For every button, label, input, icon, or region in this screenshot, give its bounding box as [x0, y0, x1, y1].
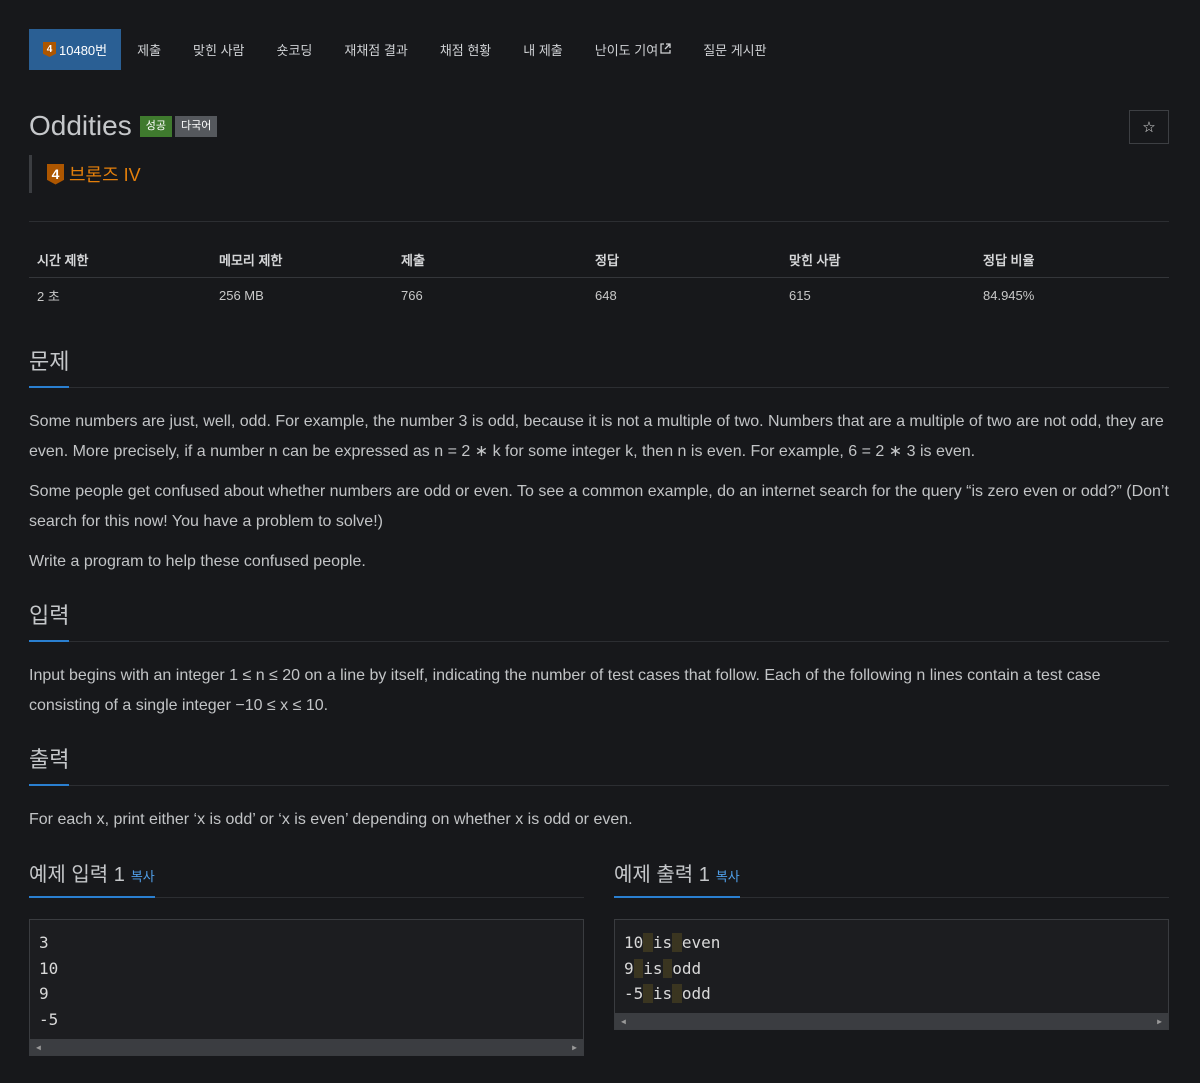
tab-difficulty-label: 난이도 기여	[594, 43, 659, 58]
sample-output-title: 예제 출력 1	[614, 864, 710, 886]
output-description: For each x, print either ‘x is odd’ or ‘…	[29, 811, 633, 828]
success-badge: 성공	[139, 115, 172, 137]
header-memory-limit: 메모리 제한	[211, 243, 393, 278]
sample-input-line: 9	[39, 984, 49, 1003]
stats-value-row: 2 초 256 MB 766 648 615 84.945%	[29, 277, 1169, 313]
problem-title-row: Oddities 성공 다국어	[29, 110, 218, 142]
input-section-header: 입력	[29, 598, 1169, 642]
tab-question-board[interactable]: 질문 게시판	[687, 29, 782, 70]
sample-output-lines: 10 is even 9 is odd -5 is odd	[615, 920, 1168, 1007]
horizontal-scrollbar[interactable]: ◀ ▶	[615, 1013, 1168, 1029]
sample-output-header: 예제 출력 1 복사	[614, 858, 1169, 898]
sample-output-line: 9 is odd	[624, 958, 702, 978]
sample-input-box[interactable]: 3 10 9 -5 ◀ ▶	[29, 919, 584, 1056]
scroll-left-arrow-icon[interactable]: ◀	[36, 1043, 41, 1052]
multilingual-badge: 다국어	[174, 115, 218, 137]
star-icon: ☆	[1142, 119, 1156, 136]
bronze-tier-icon: 4	[47, 163, 64, 185]
stats-header-row: 시간 제한 메모리 제한 제출 정답 맞힌 사람 정답 비율	[29, 243, 1169, 278]
tab-difficulty-contribution[interactable]: 난이도 기여	[579, 29, 687, 70]
sample-output-line: -5 is odd	[624, 984, 711, 1003]
problem-title: Oddities	[29, 110, 132, 141]
problem-tier: 4 브론즈 IV	[29, 155, 141, 193]
scroll-right-arrow-icon[interactable]: ▶	[1157, 1017, 1162, 1026]
accept-ratio-value: 84.945%	[983, 287, 1035, 303]
header-accepted: 정답	[587, 243, 781, 278]
external-link-icon	[660, 42, 671, 57]
sample-output-box[interactable]: 10 is even 9 is odd -5 is odd ◀ ▶	[614, 919, 1169, 1030]
problem-paragraph: Some numbers are just, well, odd. For ex…	[29, 413, 1164, 460]
sample-input-title-wrap: 예제 입력 1 복사	[29, 858, 155, 898]
problem-section-title: 문제	[29, 344, 70, 388]
divider	[29, 221, 1169, 222]
tab-problem-label: 10480번	[59, 43, 108, 58]
sample-output-line: 10 is even	[624, 933, 721, 952]
problem-nav: 4 10480번 제출 맞힌 사람 숏코딩 재채점 결과 채점 현황 내 제출 …	[29, 29, 783, 70]
problem-paragraph: Write a program to help these confused p…	[29, 553, 366, 570]
copy-sample-input-button[interactable]: 복사	[131, 869, 155, 884]
tab-problem[interactable]: 4 10480번	[29, 29, 122, 70]
output-section-title: 출력	[29, 742, 70, 786]
scroll-right-arrow-icon[interactable]: ▶	[572, 1043, 577, 1052]
sample-input-line: -5	[39, 1009, 59, 1029]
tab-submit[interactable]: 제출	[121, 29, 177, 70]
output-section-header: 출력	[29, 742, 1169, 786]
tab-short-coding[interactable]: 숏코딩	[261, 29, 329, 70]
accepted-value: 648	[595, 287, 617, 303]
tier-name[interactable]: 브론즈 IV	[69, 161, 141, 187]
tab-judge-status[interactable]: 채점 현황	[424, 29, 507, 70]
scroll-left-arrow-icon[interactable]: ◀	[621, 1017, 626, 1026]
tab-my-submissions[interactable]: 내 제출	[507, 29, 579, 70]
problem-description: Some numbers are just, well, odd. For ex…	[29, 407, 1169, 577]
tab-solved-users[interactable]: 맞힌 사람	[177, 29, 260, 70]
solved-users-value: 615	[789, 287, 811, 303]
sample-input-line: 3	[39, 933, 49, 952]
bronze-tier-icon: 4	[43, 42, 56, 57]
sample-input-lines: 3 10 9 -5	[30, 920, 583, 1032]
header-accept-ratio: 정답 비율	[975, 243, 1169, 278]
problem-section-header: 문제	[29, 344, 1169, 388]
problem-stats-table: 시간 제한 메모리 제한 제출 정답 맞힌 사람 정답 비율 2 초 256 M…	[29, 243, 1169, 313]
problem-paragraph: Some people get confused about whether n…	[29, 483, 1169, 530]
copy-sample-output-button[interactable]: 복사	[716, 869, 740, 884]
sample-input-header: 예제 입력 1 복사	[29, 858, 584, 898]
header-time-limit: 시간 제한	[29, 243, 211, 278]
input-description: Input begins with an integer 1 ≤ n ≤ 20 …	[29, 667, 1101, 714]
time-limit-value: 2 초	[37, 288, 60, 304]
input-section-title: 입력	[29, 598, 70, 642]
sample-input-title: 예제 입력 1	[29, 864, 125, 886]
memory-limit-value: 256 MB	[219, 287, 264, 303]
favorite-star-button[interactable]: ☆	[1129, 110, 1169, 144]
sample-output-title-wrap: 예제 출력 1 복사	[614, 858, 740, 898]
header-solved-users: 맞힌 사람	[781, 243, 975, 278]
header-submissions: 제출	[393, 243, 587, 278]
tab-rejudge-results[interactable]: 재채점 결과	[328, 29, 423, 70]
horizontal-scrollbar[interactable]: ◀ ▶	[30, 1039, 583, 1055]
submissions-value: 766	[401, 287, 423, 303]
sample-input-line: 10	[39, 958, 59, 978]
